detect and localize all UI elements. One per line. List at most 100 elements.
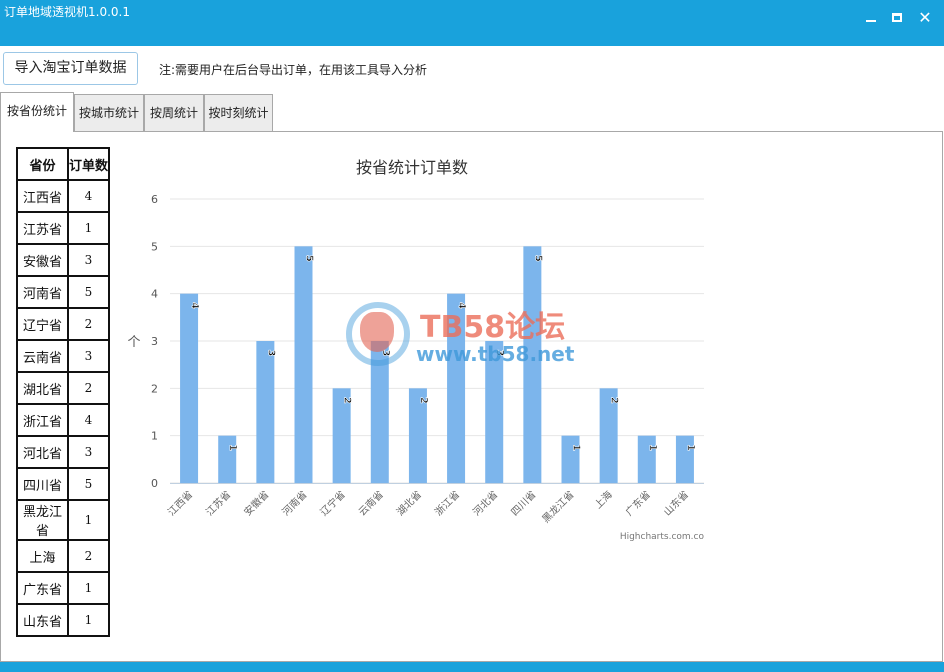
table-row: 上海 2 (16, 539, 110, 573)
watermark-hand-icon (360, 312, 394, 352)
table-body: 江西省 4 江苏省 1 安徽省 3 河南省 5 辽宁省 2 云南省 3 湖北省 2 浙江省 4 河北省 3 四川省 5… (16, 179, 110, 637)
x-tick-label: 广东省 (623, 488, 653, 518)
y-tick-label: 4 (151, 288, 158, 301)
province-cell: 山东省 (16, 603, 69, 637)
province-cell: 湖北省 (16, 371, 69, 405)
minimize-icon (866, 20, 876, 22)
bar (561, 435, 580, 483)
x-tick-label: 云南省 (356, 488, 386, 518)
bar (180, 293, 199, 483)
close-icon: ✕ (918, 8, 932, 27)
table-row: 四川省 5 (16, 467, 110, 501)
chart-title: 按省统计订单数 (355, 158, 468, 177)
chart-credit[interactable]: Highcharts.com.co (620, 532, 704, 542)
x-tick-label: 辽宁省 (317, 488, 347, 518)
data-label: 2 (418, 397, 429, 404)
tab-by-city[interactable]: 按城市统计 (74, 94, 144, 131)
province-cell: 黑龙江省 (16, 499, 69, 541)
province-table: 省份 订单数 江西省 4 江苏省 1 安徽省 3 河南省 5 辽宁省 2 云南省 3 湖北省 2 浙江省 4 河… (16, 147, 110, 637)
x-tick-label: 河北省 (470, 488, 500, 518)
table-row: 河北省 3 (16, 435, 110, 469)
table-header-row: 省份 订单数 (16, 147, 110, 181)
x-tick-label: 江苏省 (203, 488, 233, 518)
x-tick-label: 黑龙江省 (539, 488, 576, 525)
data-label: 1 (685, 444, 696, 451)
table-row: 河南省 5 (16, 275, 110, 309)
bar (637, 435, 656, 483)
order-count-cell: 5 (67, 275, 110, 309)
province-cell: 浙江省 (16, 403, 69, 437)
table-row: 江西省 4 (16, 179, 110, 213)
table-row: 山东省 1 (16, 603, 110, 637)
y-tick-label: 5 (151, 240, 158, 253)
province-cell: 云南省 (16, 339, 69, 373)
x-tick-label: 河南省 (279, 488, 309, 518)
table-row: 云南省 3 (16, 339, 110, 373)
data-label: 1 (647, 444, 658, 451)
minimize-button[interactable] (860, 7, 882, 29)
y-tick-label: 0 (151, 477, 158, 490)
order-count-cell: 1 (67, 211, 110, 245)
y-tick-label: 2 (151, 382, 158, 395)
window-title: 订单地域透视机1.0.0.1 (4, 5, 130, 19)
bar (294, 246, 313, 483)
data-label: 2 (609, 397, 620, 404)
tab-by-province[interactable]: 按省份统计 (0, 92, 74, 132)
watermark-text-main: TB58论坛 (420, 310, 566, 345)
order-count-cell: 3 (67, 243, 110, 277)
x-tick-label: 湖北省 (394, 488, 424, 518)
province-cell: 河南省 (16, 275, 69, 309)
app-window: 订单地域透视机1.0.0.1 ✕ 导入淘宝订单数据 注:需要用户在后台导出订单，… (0, 0, 944, 672)
y-tick-label: 1 (151, 430, 158, 443)
maximize-icon (892, 13, 902, 22)
y-tick-label: 3 (151, 335, 158, 348)
bar (218, 435, 237, 483)
province-cell: 安徽省 (16, 243, 69, 277)
order-count-cell: 3 (67, 339, 110, 373)
tab-by-week[interactable]: 按周统计 (144, 94, 204, 131)
order-count-cell: 4 (67, 403, 110, 437)
data-label: 1 (571, 444, 582, 451)
header-order-count: 订单数 (67, 147, 110, 181)
import-orders-button[interactable]: 导入淘宝订单数据 (3, 52, 138, 85)
y-tick-label: 6 (151, 193, 158, 206)
data-label: 1 (227, 444, 238, 451)
title-bar: 订单地域透视机1.0.0.1 ✕ (0, 0, 944, 46)
order-count-cell: 1 (67, 499, 110, 541)
bar (675, 435, 694, 483)
watermark-text-url: www.tb58.net (416, 342, 575, 366)
header-province: 省份 (16, 147, 69, 181)
x-tick-label: 浙江省 (432, 488, 462, 518)
bottom-status-bar (0, 662, 944, 672)
table-row: 江苏省 1 (16, 211, 110, 245)
bar (256, 341, 275, 483)
order-count-cell: 1 (67, 571, 110, 605)
tab-by-hour[interactable]: 按时刻统计 (204, 94, 273, 131)
province-cell: 四川省 (16, 467, 69, 501)
order-count-cell: 3 (67, 435, 110, 469)
table-row: 浙江省 4 (16, 403, 110, 437)
x-tick-label: 上海 (591, 488, 614, 511)
watermark: TB58论坛 www.tb58.net (346, 300, 606, 370)
x-tick-label: 江西省 (165, 488, 195, 518)
order-count-cell: 4 (67, 179, 110, 213)
data-label: 3 (265, 350, 276, 357)
table-row: 安徽省 3 (16, 243, 110, 277)
data-label: 5 (304, 255, 315, 262)
data-label: 4 (189, 302, 200, 309)
maximize-button[interactable] (886, 7, 908, 29)
x-tick-label: 山东省 (661, 488, 691, 518)
x-tick-label: 安徽省 (241, 488, 271, 518)
order-count-cell: 2 (67, 371, 110, 405)
order-count-cell: 5 (67, 467, 110, 501)
close-button[interactable]: ✕ (914, 7, 936, 29)
province-cell: 江西省 (16, 179, 69, 213)
province-cell: 上海 (16, 539, 69, 573)
x-tick-label: 四川省 (508, 488, 538, 518)
order-count-cell: 2 (67, 307, 110, 341)
province-cell: 广东省 (16, 571, 69, 605)
data-label: 5 (532, 255, 543, 262)
order-count-cell: 1 (67, 603, 110, 637)
data-label: 2 (342, 397, 353, 404)
table-row: 辽宁省 2 (16, 307, 110, 341)
